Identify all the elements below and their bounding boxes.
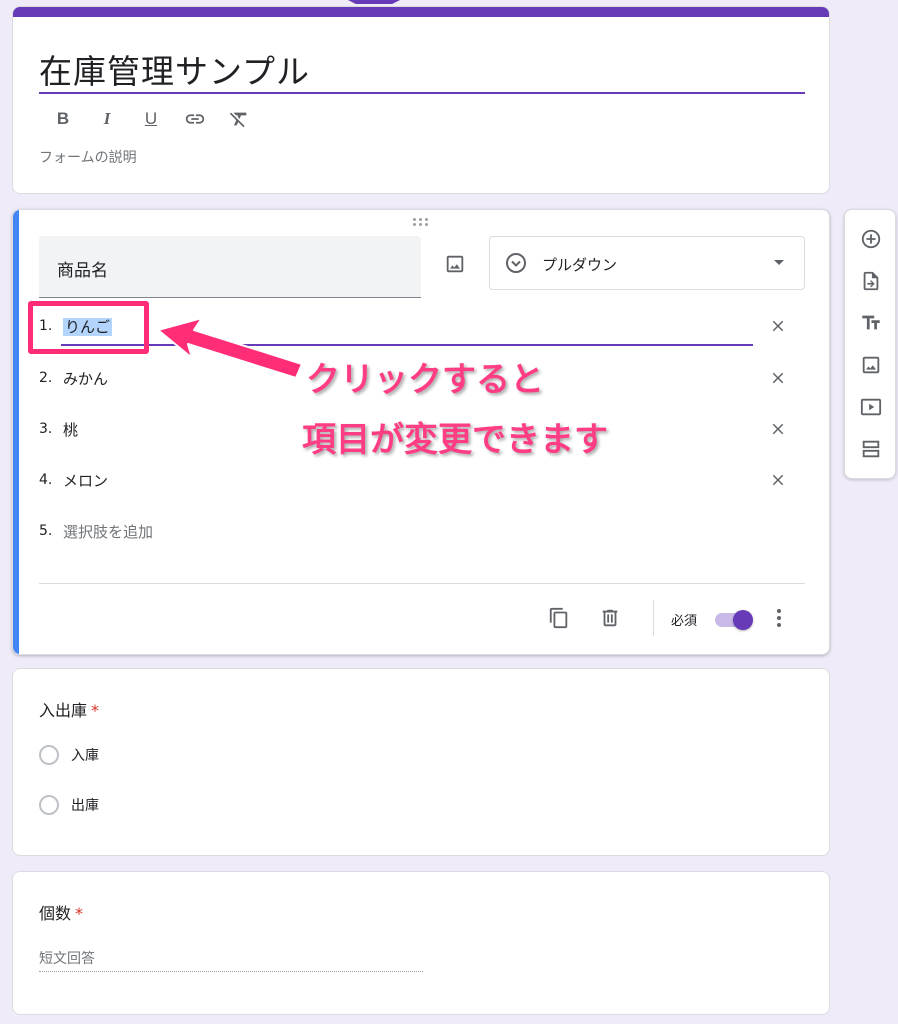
add-option-row[interactable]: 5. 選択肢を追加 — [39, 513, 799, 553]
import-questions-icon[interactable] — [858, 268, 884, 294]
annotation-text-line2: 項目が変更できます — [302, 420, 608, 460]
radio-button[interactable] — [39, 745, 59, 765]
form-title-underline — [39, 92, 805, 94]
remove-option-icon[interactable] — [765, 467, 791, 493]
option-input[interactable]: メロン — [63, 470, 108, 491]
italic-icon[interactable]: I — [95, 107, 119, 131]
add-question-icon[interactable] — [858, 226, 884, 252]
option-input[interactable]: みかん — [63, 368, 108, 389]
dropdown-type-icon — [504, 251, 528, 279]
clear-format-icon[interactable] — [227, 107, 251, 131]
radio-button[interactable] — [39, 795, 59, 815]
radio-label: 入庫 — [71, 748, 99, 764]
question-title: 入出庫 * — [39, 697, 99, 721]
duplicate-icon[interactable] — [545, 604, 573, 632]
form-title-card: 在庫管理サンプル B I U フォームの説明 — [12, 6, 830, 194]
underline-label: U — [144, 109, 158, 128]
add-video-icon[interactable] — [858, 394, 884, 420]
question-title-text: 入出庫 — [39, 701, 88, 720]
question-title-text: 商品名 — [57, 261, 108, 281]
question-type-dropdown[interactable]: プルダウン — [489, 236, 805, 290]
italic-label: I — [103, 109, 111, 128]
remove-option-icon[interactable] — [765, 416, 791, 442]
add-image-icon[interactable] — [858, 352, 884, 378]
radio-option[interactable]: 入庫 — [39, 743, 99, 767]
remove-option-icon[interactable] — [765, 365, 791, 391]
radio-label: 出庫 — [71, 798, 99, 814]
more-options-icon[interactable] — [769, 606, 789, 630]
question-title-input[interactable]: 商品名 — [39, 236, 421, 298]
footer-separator — [653, 600, 654, 636]
delete-icon[interactable] — [596, 604, 624, 632]
annotation-highlight-box — [28, 301, 149, 354]
question-footer-divider — [39, 583, 805, 584]
annotation-arrow-icon — [157, 317, 303, 379]
remove-option-icon[interactable] — [765, 313, 791, 339]
form-description-input[interactable]: フォームの説明 — [39, 147, 137, 167]
question-title-text: 個数 — [39, 904, 72, 923]
bold-icon[interactable]: B — [51, 107, 75, 131]
short-answer-placeholder: 短文回答 — [39, 951, 95, 967]
radio-option[interactable]: 出庫 — [39, 793, 99, 817]
required-label: 必須 — [671, 614, 698, 629]
question-type-label: プルダウン — [542, 256, 618, 274]
option-number: 5. — [39, 523, 53, 539]
form-accent-bar — [13, 7, 829, 17]
question-card-inout[interactable]: 入出庫 * 入庫 出庫 — [12, 668, 830, 856]
add-title-icon[interactable] — [858, 310, 884, 336]
option-number: 2. — [39, 370, 53, 386]
option-number: 4. — [39, 472, 53, 488]
active-question-bar — [13, 210, 19, 654]
side-toolbar — [844, 209, 896, 479]
drag-handle-icon[interactable] — [413, 218, 429, 226]
caret-down-icon — [774, 260, 784, 265]
annotation-text-line1: クリックすると — [306, 360, 544, 400]
required-mark: * — [91, 701, 100, 720]
form-top-notch — [348, 0, 400, 4]
short-answer-underline — [39, 971, 423, 972]
question-card-quantity[interactable]: 個数 * 短文回答 — [12, 871, 830, 1015]
question-title: 個数 * — [39, 900, 83, 924]
form-title[interactable]: 在庫管理サンプル — [39, 45, 310, 93]
option-row[interactable]: 4. メロン — [39, 462, 799, 502]
format-toolbar: B I U — [51, 107, 251, 131]
bold-label: B — [56, 109, 70, 128]
toggle-knob — [733, 610, 753, 630]
option-number: 3. — [39, 421, 53, 437]
required-mark: * — [75, 904, 84, 923]
underline-icon[interactable]: U — [139, 107, 163, 131]
link-icon[interactable] — [183, 107, 207, 131]
option-input[interactable]: 桃 — [63, 419, 78, 440]
required-toggle[interactable] — [713, 610, 755, 630]
add-image-icon[interactable] — [441, 250, 469, 278]
add-option-input[interactable]: 選択肢を追加 — [63, 521, 153, 542]
add-section-icon[interactable] — [858, 436, 884, 462]
